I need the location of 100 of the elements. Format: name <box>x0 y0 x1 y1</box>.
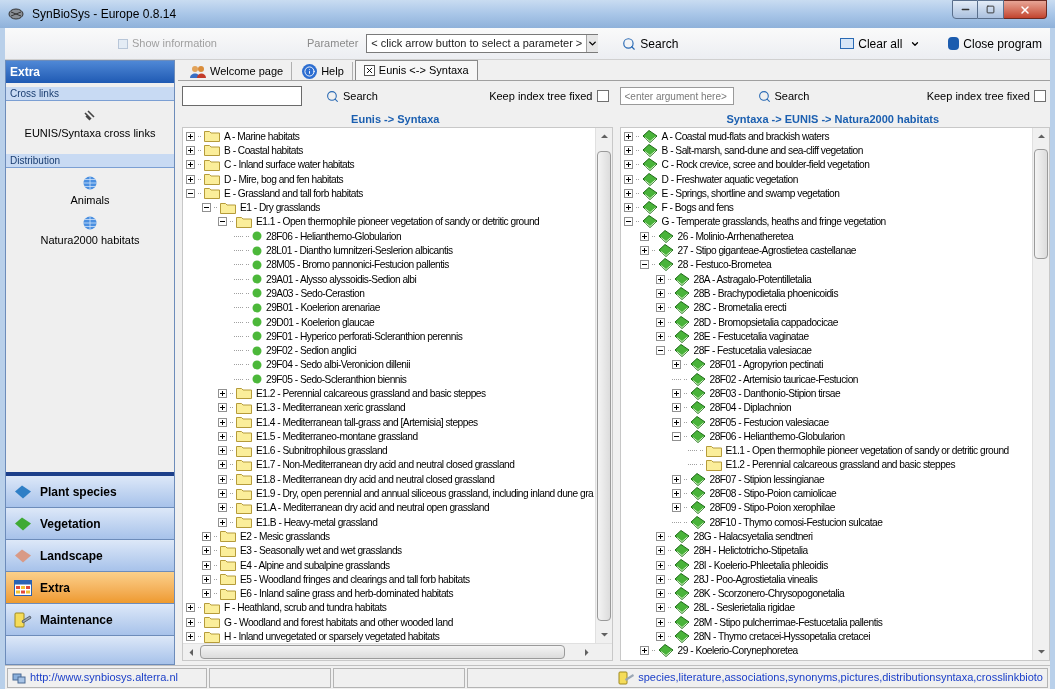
expand-toggle[interactable] <box>218 460 227 470</box>
tab[interactable]: Eunis <-> Syntaxa <box>354 60 478 80</box>
nav-button[interactable]: Extra <box>6 572 174 604</box>
tree-item[interactable]: E1 - Dry grasslands <box>239 201 321 215</box>
horizontal-scrollbar[interactable] <box>183 643 612 660</box>
tree-item[interactable]: 29D01 - Koelerion glaucae <box>265 315 376 329</box>
tree-item[interactable]: E1.9 - Dry, open perennial and annual siliceous grassland, including inland dune gra <box>255 487 595 501</box>
checkbox[interactable] <box>1034 90 1046 102</box>
expand-toggle[interactable] <box>186 145 195 155</box>
expand-toggle[interactable] <box>655 589 665 599</box>
minimize-button[interactable] <box>952 0 978 19</box>
expand-toggle[interactable] <box>671 431 681 441</box>
expand-toggle[interactable] <box>186 603 195 613</box>
tree-item[interactable]: E1.3 - Mediterranean xeric grassland <box>255 401 407 415</box>
expand-toggle[interactable] <box>218 489 227 499</box>
expand-toggle[interactable] <box>639 231 649 241</box>
expand-toggle[interactable] <box>639 260 649 270</box>
tree-item[interactable]: A - Marine habitats <box>223 129 301 143</box>
tree-item[interactable]: 29A03 - Sedo-Cerastion <box>265 286 366 300</box>
expand-toggle[interactable] <box>671 503 681 513</box>
tree-item[interactable]: B - Coastal habitats <box>223 143 304 157</box>
tree-item[interactable]: 28F05 - Festucion valesiacae <box>708 415 830 429</box>
tree-item[interactable]: F - Bogs and fens <box>660 201 735 215</box>
expand-toggle[interactable] <box>655 274 665 284</box>
expand-toggle[interactable] <box>671 389 681 398</box>
tree-item[interactable]: H - Inland unvegetated or sparsely vegetated habitats <box>223 630 441 643</box>
tree-item[interactable]: E6 - Inland saline grass and herb-dominated habitats <box>239 587 454 601</box>
scrollbar-thumb[interactable] <box>200 645 565 659</box>
expand-toggle[interactable] <box>202 560 211 570</box>
close-icon[interactable] <box>363 65 375 76</box>
expand-toggle[interactable] <box>218 503 227 513</box>
expand-toggle[interactable] <box>202 589 211 599</box>
expand-toggle[interactable] <box>655 560 665 570</box>
tree-item[interactable]: 28N - Thymo cretacei-Hyssopetalia cretacei <box>692 630 871 644</box>
tree-item[interactable]: 28F10 - Thymo comosi-Festucion sulcatae <box>708 515 884 529</box>
tree-item[interactable]: E - Springs, shortline and swamp vegetation <box>660 186 841 200</box>
expand-toggle[interactable] <box>218 217 227 227</box>
expand-toggle[interactable] <box>671 489 681 499</box>
tree-item[interactable]: 28F03 - Danthonio-Stipion tirsae <box>708 387 842 400</box>
tree-item[interactable]: 28L01 - Diantho lumnitzeri-Seslerion albicantis <box>265 244 454 257</box>
tree-item[interactable]: 29B01 - Koelerion arenariae <box>265 301 381 315</box>
tree-item[interactable]: E1.7 - Non-Mediterranean dry acid and neutral closed grassland <box>255 458 516 472</box>
tree-item[interactable]: 28I - Koelerio-Phleetalia phleoidis <box>692 558 829 572</box>
expand-toggle[interactable] <box>186 188 195 198</box>
tree-item[interactable]: 28M - Stipo pulcherrimae-Festucetalia pallentis <box>692 615 884 629</box>
expand-toggle[interactable] <box>655 546 665 556</box>
tree-item[interactable]: 29F02 - Sedion anglici <box>265 344 358 358</box>
tree-item[interactable]: 28E - Festucetalia vaginatae <box>692 329 810 343</box>
tree-item[interactable]: 28F06 - Helianthemo-Globularion <box>265 229 403 243</box>
tree-item[interactable]: E1.2 - Perennial calcareous grassland and basic steppes <box>724 458 957 472</box>
tree-item[interactable]: 27 - Stipo giganteae-Agrostietea castellanae <box>676 244 857 257</box>
tree-item[interactable]: 28F01 - Agropyrion pectinati <box>708 358 824 372</box>
tree-item[interactable]: E - Grassland and tall forb habitats <box>223 186 364 200</box>
expand-toggle[interactable] <box>623 145 633 155</box>
expand-toggle[interactable] <box>218 474 227 484</box>
expand-toggle[interactable] <box>671 474 681 484</box>
expand-toggle[interactable] <box>639 246 649 255</box>
close-button[interactable] <box>1004 0 1047 19</box>
expand-toggle[interactable] <box>202 574 211 584</box>
tree-item[interactable]: F - Heathland, scrub and tundra habitats <box>223 601 388 615</box>
expand-toggle[interactable] <box>655 531 665 541</box>
expand-toggle[interactable] <box>671 417 681 427</box>
tree-item[interactable]: 28M05 - Bromo pannonici-Festucion pallentis <box>265 258 450 272</box>
tree-item[interactable]: C - Rock crevice, scree and boulder-field vegetation <box>660 158 871 172</box>
tree-item[interactable]: E1.A - Mediterranean dry acid and neutral open grassland <box>255 501 491 515</box>
sidebar-link[interactable]: EUNIS/Syntaxa cross links <box>24 125 156 142</box>
expand-toggle[interactable] <box>655 603 665 613</box>
search-field[interactable]: <enter argument here> <box>619 87 734 105</box>
tree-item[interactable]: C - Inland surface water habitats <box>223 158 356 172</box>
maximize-button[interactable] <box>978 0 1004 19</box>
caret-icon[interactable] <box>587 38 599 49</box>
expand-toggle[interactable] <box>186 160 195 170</box>
tree-item[interactable]: 29F05 - Sedo-Scleranthion biennis <box>265 372 408 386</box>
expand-toggle[interactable] <box>655 288 665 298</box>
expand-toggle[interactable] <box>655 632 665 642</box>
tab[interactable]: Help <box>294 62 353 80</box>
tree-item[interactable]: D - Mire, bog and fen habitats <box>223 172 345 186</box>
tree-item[interactable]: E4 - Alpine and subalpine grasslands <box>239 558 391 572</box>
expand-toggle[interactable] <box>218 446 227 456</box>
expand-toggle[interactable] <box>655 617 665 627</box>
expand-toggle[interactable] <box>655 574 665 584</box>
tree-item[interactable]: E1.4 - Mediterranean tall-grass and [Artemisia] steppes <box>255 415 479 429</box>
clear-all-button[interactable]: Clear all <box>840 34 921 53</box>
nav-button[interactable]: Vegetation <box>6 508 174 540</box>
tab[interactable]: Welcome page <box>182 62 293 80</box>
tree-item[interactable]: 28F08 - Stipo-Poion carniolicae <box>708 487 838 501</box>
expand-toggle[interactable] <box>623 188 633 198</box>
search-button[interactable]: Search <box>326 87 378 105</box>
checkbox[interactable] <box>596 90 609 102</box>
expand-toggle[interactable] <box>623 203 633 213</box>
search-button[interactable]: Search <box>622 34 679 53</box>
tree-item[interactable]: E1.5 - Mediterraneo-montane grassland <box>255 429 419 443</box>
close-program-button[interactable]: Close program <box>948 34 1042 53</box>
tree-item[interactable]: E1.1 - Open thermophile pioneer vegetation of sandy or detritic ground <box>724 444 1010 458</box>
tree-item[interactable]: 28G - Halacsyetalia sendtneri <box>692 529 814 543</box>
nav-button[interactable]: Landscape <box>6 540 174 572</box>
expand-toggle[interactable] <box>623 160 633 170</box>
tree-item[interactable]: E1.B - Heavy-metal grassland <box>255 515 379 529</box>
parameter-dropdown[interactable]: < click arrow button to select a parameter > <box>366 34 599 53</box>
tree-item[interactable]: E1.6 - Subnitrophilous grassland <box>255 444 389 458</box>
